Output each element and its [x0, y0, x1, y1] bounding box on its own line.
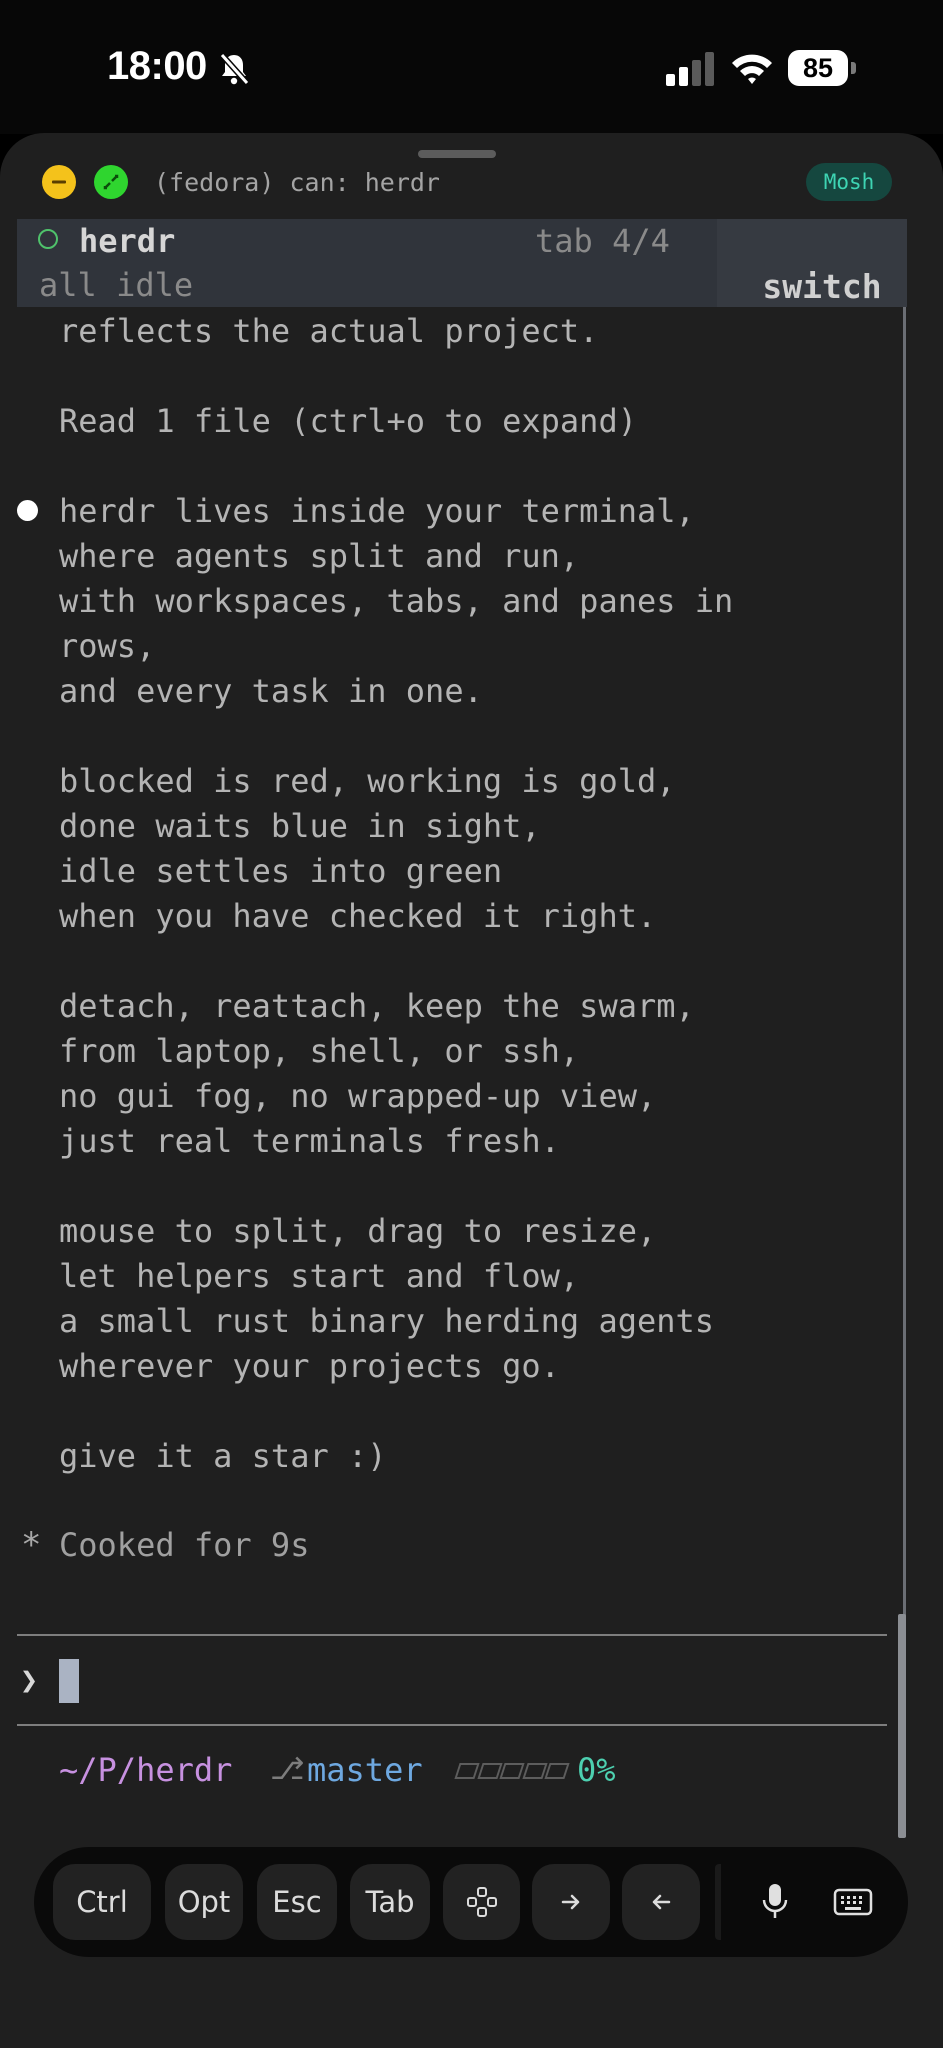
ctrl-key[interactable]: Ctrl	[53, 1864, 151, 1940]
tab-name[interactable]: herdr	[79, 219, 175, 263]
keyboard-icon	[833, 1888, 873, 1916]
status-text: Cooked for 9s	[59, 1526, 310, 1564]
output-line: detach, reattach, keep the swarm,	[59, 987, 695, 1025]
microphone-button[interactable]	[745, 1864, 805, 1940]
arrow-right-icon	[561, 1894, 580, 1910]
output-line: mouse to split, drag to resize,	[59, 1212, 657, 1250]
status-asterisk-icon: *	[21, 1525, 42, 1565]
sheet-grabber[interactable]	[418, 150, 496, 158]
opt-key[interactable]: Opt	[165, 1864, 243, 1940]
statusline-path: ~/P/herdr	[59, 1751, 233, 1789]
gamepad-icon	[466, 1887, 497, 1917]
expand-icon	[103, 174, 119, 190]
status-time: 18:00	[107, 44, 207, 88]
switch-button[interactable]: switch	[737, 265, 907, 309]
bullet-icon	[17, 500, 38, 521]
output-line: reflects the actual project.	[59, 312, 599, 350]
output-line: give it a star :)	[59, 1437, 387, 1475]
gamepad-key[interactable]	[443, 1864, 520, 1940]
maximize-button[interactable]	[94, 165, 128, 199]
output-line: just real terminals fresh.	[59, 1122, 560, 1160]
keyboard-toggle-button[interactable]	[825, 1864, 881, 1940]
pane-border	[903, 307, 906, 1837]
wifi-icon	[732, 54, 772, 84]
context-progress-bar	[454, 1763, 570, 1779]
output-line: where agents split and run,	[59, 537, 580, 575]
output-line: idle settles into green	[59, 852, 503, 890]
output-line: blocked is red, working is gold,	[59, 762, 676, 800]
battery-icon: 85	[788, 50, 858, 86]
output-line: herdr lives inside your terminal,	[59, 492, 695, 530]
bell-slash-icon	[219, 53, 250, 85]
output-line: wherever your projects go.	[59, 1347, 560, 1385]
output-line: Read 1 file (ctrl+o to expand)	[59, 402, 637, 440]
tab-count: tab 4/4	[535, 222, 670, 260]
minus-icon	[52, 180, 66, 184]
idle-indicator-icon	[38, 229, 58, 249]
output-line: done waits blue in sight,	[59, 807, 541, 845]
output-line: when you have checked it right.	[59, 897, 657, 935]
output-line: with workspaces, tabs, and panes in	[59, 582, 734, 620]
input-bottom-divider	[17, 1724, 887, 1726]
output-line: rows,	[59, 627, 156, 665]
minimize-button[interactable]	[42, 165, 76, 199]
statusline-branch: master	[307, 1751, 423, 1789]
microphone-icon	[762, 1884, 788, 1918]
key-scroll-edge	[715, 1864, 721, 1940]
output-line: no gui fog, no wrapped-up view,	[59, 1077, 657, 1115]
scrollbar[interactable]	[898, 1614, 906, 1838]
arrow-left-key[interactable]	[622, 1864, 700, 1940]
window-title: (fedora) can: herdr	[154, 168, 440, 197]
git-branch-icon: ⎇	[270, 1752, 305, 1787]
battery-level: 85	[802, 53, 834, 83]
input-cursor[interactable]	[59, 1659, 79, 1703]
prompt-icon: ❯	[20, 1663, 39, 1698]
esc-key[interactable]: Esc	[257, 1864, 337, 1940]
arrow-right-key[interactable]	[532, 1864, 610, 1940]
cellular-signal-icon	[666, 52, 714, 86]
output-line: and every task in one.	[59, 672, 483, 710]
output-line: from laptop, shell, or ssh,	[59, 1032, 580, 1070]
output-line: a small rust binary herding agents	[59, 1302, 715, 1340]
output-line: let helpers start and flow,	[59, 1257, 580, 1295]
tab-key[interactable]: Tab	[350, 1864, 430, 1940]
mosh-badge: Mosh	[806, 163, 892, 201]
input-top-divider	[17, 1634, 887, 1636]
tab-status: all idle	[39, 266, 194, 304]
arrow-left-icon	[652, 1894, 671, 1910]
herdr-tab-bar: herdr tab 4/4 all idle switch	[17, 219, 907, 307]
context-percent: 0%	[577, 1751, 616, 1789]
